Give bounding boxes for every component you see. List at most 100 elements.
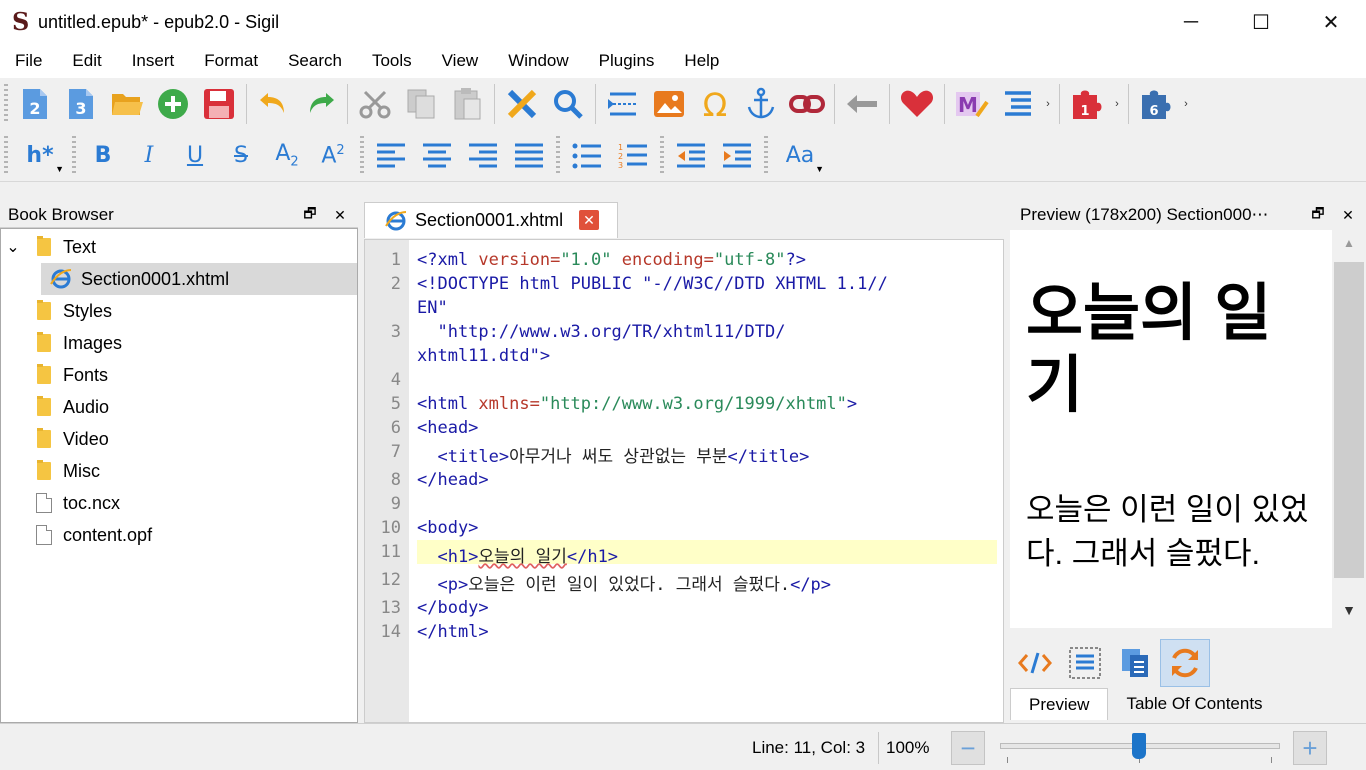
svg-text:6: 6 [1149, 104, 1158, 119]
insert-special-char-button[interactable]: Ω [692, 82, 738, 126]
expand-arrow-icon[interactable]: ⌄ [1, 237, 25, 257]
tree-folder-styles[interactable]: Styles [1, 295, 357, 327]
preview-scrollbar[interactable]: ▲ ▼ [1334, 230, 1364, 628]
toolbar-extension-button[interactable]: › [1179, 82, 1193, 126]
copy-button[interactable] [398, 82, 444, 126]
toolbar-extension-button[interactable]: › [1110, 82, 1124, 126]
file-icon [36, 493, 52, 513]
align-justify-button[interactable] [506, 134, 552, 178]
float-panel-icon[interactable]: 🗗 [1308, 205, 1328, 225]
toolbar-grip[interactable] [556, 135, 560, 176]
tab-section0001[interactable]: Section0001.xhtml ✕ [364, 202, 618, 238]
heading-dropdown-button[interactable]: h* ▼ [12, 134, 68, 178]
menu-format[interactable]: Format [189, 44, 273, 78]
zoom-in-button[interactable]: + [1293, 731, 1327, 765]
align-left-button[interactable] [368, 134, 414, 178]
menu-plugins[interactable]: Plugins [584, 44, 670, 78]
add-file-button[interactable] [150, 82, 196, 126]
metadata-editor-button[interactable]: M [949, 82, 995, 126]
donate-button[interactable] [894, 82, 940, 126]
new-epub3-button[interactable]: 3 [58, 82, 104, 126]
float-panel-icon[interactable]: 🗗 [300, 205, 320, 225]
toolbar-grip[interactable] [660, 135, 664, 176]
find-replace-button[interactable] [545, 82, 591, 126]
decrease-indent-button[interactable] [668, 134, 714, 178]
toolbar-grip[interactable] [4, 84, 8, 124]
tree-folder-images[interactable]: Images [1, 327, 357, 359]
menu-insert[interactable]: Insert [117, 44, 190, 78]
change-case-button[interactable]: Aa ▼ [772, 134, 828, 178]
align-center-button[interactable] [414, 134, 460, 178]
insert-image-button[interactable] [646, 82, 692, 126]
menu-tools[interactable]: Tools [357, 44, 427, 78]
increase-indent-button[interactable] [714, 134, 760, 178]
menu-help[interactable]: Help [669, 44, 734, 78]
tree-file-toc-ncx[interactable]: toc.ncx [1, 487, 357, 519]
insert-link-button[interactable] [784, 82, 830, 126]
scrollbar-thumb[interactable] [1334, 262, 1364, 578]
tab-table-of-contents[interactable]: Table Of Contents [1108, 688, 1280, 720]
tab-close-icon[interactable]: ✕ [579, 210, 599, 230]
menu-edit[interactable]: Edit [57, 44, 116, 78]
underline-button[interactable]: U [172, 134, 218, 178]
close-panel-icon[interactable]: ✕ [330, 205, 350, 225]
status-bar: Line: 11, Col: 3 100% − + [0, 723, 1366, 770]
close-button[interactable]: ✕ [1296, 0, 1366, 44]
cut-button[interactable] [352, 82, 398, 126]
copy-preview-button[interactable] [1110, 639, 1160, 687]
scroll-down-icon[interactable]: ▼ [1334, 602, 1364, 618]
tree-folder-video[interactable]: Video [1, 423, 357, 455]
reload-button[interactable] [1160, 639, 1210, 687]
plugin-1-button[interactable]: 1 [1064, 82, 1110, 126]
go-back-button[interactable] [839, 82, 885, 126]
scroll-up-icon[interactable]: ▲ [1334, 236, 1364, 250]
toolbar-grip[interactable] [360, 135, 364, 176]
tree-folder-misc[interactable]: Misc [1, 455, 357, 487]
line-number-gutter: 1 2 3 4 5 6 7 8 9 10 11 12 13 14 [365, 240, 409, 722]
save-button[interactable] [196, 82, 242, 126]
insert-id-button[interactable] [738, 82, 784, 126]
menu-search[interactable]: Search [273, 44, 357, 78]
refresh-icon [1172, 648, 1198, 678]
toolbar-extension-button[interactable]: › [1041, 82, 1055, 126]
minimize-button[interactable]: ─ [1156, 0, 1226, 44]
undo-button[interactable] [251, 82, 297, 126]
menu-file[interactable]: File [0, 44, 57, 78]
menu-view[interactable]: View [427, 44, 494, 78]
redo-button[interactable] [297, 82, 343, 126]
new-epub2-button[interactable]: 2 [12, 82, 58, 126]
clean-source-button[interactable] [499, 82, 545, 126]
numbered-list-button[interactable]: 123 [610, 134, 656, 178]
maximize-button[interactable]: ☐ [1226, 0, 1296, 44]
tree-file-content-opf[interactable]: content.opf [1, 519, 357, 551]
bullet-list-button[interactable] [564, 134, 610, 178]
tree-file-section0001[interactable]: Section0001.xhtml [41, 263, 357, 295]
select-all-button[interactable] [1060, 639, 1110, 687]
toc-editor-button[interactable] [995, 82, 1041, 126]
inspect-button[interactable] [1010, 639, 1060, 687]
open-button[interactable] [104, 82, 150, 126]
tab-preview[interactable]: Preview [1010, 688, 1109, 720]
tree-folder-audio[interactable]: Audio [1, 391, 357, 423]
bold-button[interactable]: B [80, 134, 126, 178]
preview-render[interactable]: 오늘의 일기 오늘은 이런 일이 있었다. 그래서 슬펐다. [1010, 230, 1332, 628]
paste-button[interactable] [444, 82, 490, 126]
plugin-6-button[interactable]: 6 [1133, 82, 1179, 126]
split-marker-button[interactable] [600, 82, 646, 126]
toolbar-grip[interactable] [4, 135, 8, 176]
menu-window[interactable]: Window [493, 44, 583, 78]
zoom-slider-handle[interactable] [1132, 733, 1146, 759]
strikethrough-button[interactable]: S [218, 134, 264, 178]
tree-folder-fonts[interactable]: Fonts [1, 359, 357, 391]
italic-button[interactable]: I [126, 134, 172, 178]
tree-folder-text[interactable]: ⌄ Text [1, 231, 357, 263]
subscript-button[interactable]: A2 [264, 134, 310, 178]
toolbar-grip[interactable] [764, 135, 768, 176]
code-view[interactable]: 1 2 3 4 5 6 7 8 9 10 11 12 13 14 <?xml v… [364, 239, 1004, 723]
align-right-button[interactable] [460, 134, 506, 178]
superscript-button[interactable]: A2 [310, 134, 356, 178]
folder-icon [37, 236, 51, 256]
zoom-out-button[interactable]: − [951, 731, 985, 765]
toolbar-grip[interactable] [72, 135, 76, 176]
close-panel-icon[interactable]: ✕ [1338, 205, 1358, 225]
